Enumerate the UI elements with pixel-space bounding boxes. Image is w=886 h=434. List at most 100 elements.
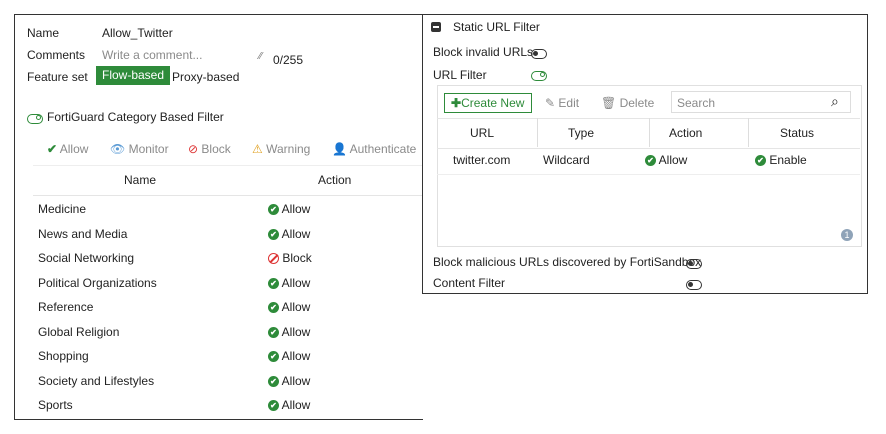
content-filter-label: Content Filter	[433, 276, 506, 290]
filter-authenticate[interactable]: 👤 Authenticate	[332, 142, 416, 156]
filter-block-label: Block	[201, 142, 231, 156]
category-action[interactable]: ✔ Allow	[268, 300, 310, 314]
collapse-icon[interactable]	[431, 22, 441, 32]
check-icon: ✔	[268, 204, 279, 216]
category-row[interactable]	[33, 198, 424, 220]
category-name: Reference	[38, 300, 94, 314]
proxy-based-option[interactable]: Proxy-based	[172, 70, 239, 84]
filter-monitor-label: Monitor	[128, 142, 169, 156]
category-name: Global Religion	[38, 324, 120, 339]
category-action[interactable]: ✔ Allow	[268, 349, 310, 363]
check-icon: ✔	[268, 351, 279, 363]
col-name-header: Name	[124, 173, 157, 187]
category-row[interactable]	[33, 394, 424, 416]
check-icon: ✔	[645, 155, 656, 167]
resize-icon: ⁄⁄	[259, 51, 263, 62]
url-filter-panel: Static URL Filter Block invalid URLs URL…	[422, 14, 868, 294]
url-filter-label: URL Filter	[433, 68, 487, 82]
filter-monitor[interactable]: 👁 Monitor	[110, 142, 169, 156]
filter-allow-label: Allow	[59, 142, 89, 156]
plus-icon: ✚	[451, 96, 462, 110]
trash-icon: 🗑	[601, 96, 617, 110]
category-action[interactable]: ✔ Allow	[268, 325, 310, 339]
category-action-label: Allow	[281, 275, 311, 290]
category-name: Medicine	[38, 202, 87, 216]
filter-block[interactable]: ⊘ Block	[188, 142, 231, 156]
category-action[interactable]: ✔ Allow	[268, 202, 310, 216]
category-name: Society and Lifestyles	[38, 373, 155, 388]
category-name: Sports	[38, 398, 73, 412]
fortiguard-toggle[interactable]	[27, 111, 43, 125]
action-cell: ✔ Allow	[645, 153, 687, 167]
col-action-header-url: Action	[669, 126, 703, 140]
col-action-header: Action	[318, 173, 352, 187]
category-action-label: Allow	[281, 202, 311, 216]
category-action-label: Allow	[281, 349, 311, 363]
web-filter-profile-panel: Name Allow_Twitter Comments Write a comm…	[14, 14, 424, 420]
create-new-button[interactable]: ✚Create New	[444, 93, 532, 113]
pencil-icon: ✎	[545, 96, 556, 110]
filter-allow[interactable]: ✔ Allow	[47, 142, 88, 156]
block-malicious-toggle[interactable]	[686, 256, 702, 270]
url-cell: twitter.com	[453, 153, 511, 167]
category-action-label: Allow	[281, 373, 311, 388]
category-name: News and Media	[38, 226, 128, 241]
category-name: Social Networking	[38, 251, 135, 265]
check-icon: ✔	[268, 302, 279, 314]
row-count-badge: 1	[841, 229, 853, 241]
url-filter-toggle[interactable]	[531, 68, 547, 82]
category-action-label: Allow	[281, 300, 311, 314]
filter-warning[interactable]: ⚠ Warning	[252, 142, 310, 156]
check-icon: ✔	[755, 155, 766, 167]
category-action[interactable]: ✔ Allow	[268, 374, 310, 388]
check-icon: ✔	[268, 375, 279, 387]
block-invalid-urls-label: Block invalid URLs	[433, 45, 534, 59]
block-malicious-label: Block malicious URLs discovered by Forti…	[433, 255, 702, 269]
category-table-header	[33, 165, 424, 196]
content-filter-toggle[interactable]	[686, 277, 702, 291]
type-cell: Wildcard	[543, 153, 590, 167]
check-icon: ✔	[268, 326, 279, 338]
col-url-header: URL	[470, 126, 495, 140]
check-icon: ✔	[47, 142, 58, 156]
category-row[interactable]	[33, 345, 424, 367]
check-icon: ✔	[268, 400, 279, 412]
category-action[interactable]: ✔ Allow	[268, 276, 310, 290]
delete-button[interactable]: 🗑 Delete	[601, 96, 654, 110]
category-action[interactable]: Block	[268, 251, 312, 265]
search-icon[interactable]: ⌕	[831, 93, 839, 110]
category-action-label: Allow	[281, 324, 311, 339]
category-name: Political Organizations	[38, 275, 157, 290]
category-action[interactable]: ✔ Allow	[268, 227, 310, 241]
category-action-label: Allow	[281, 398, 311, 412]
check-icon: ✔	[268, 277, 279, 289]
filter-warning-label: Warning	[266, 142, 311, 156]
user-icon: 👤	[332, 142, 347, 156]
static-url-filter-label: Static URL Filter	[453, 20, 540, 34]
category-action-label: Allow	[281, 226, 311, 241]
block-invalid-urls-toggle[interactable]	[531, 46, 547, 60]
block-icon	[268, 253, 279, 265]
feature-set-label: Feature set	[27, 70, 88, 84]
col-status-header: Status	[780, 126, 815, 140]
col-type-header: Type	[568, 126, 595, 140]
comments-input[interactable]: Write a comment...	[102, 48, 202, 62]
search-input[interactable]: Search	[677, 96, 715, 110]
action-cell-label: Allow	[658, 153, 688, 167]
create-new-label: Create New	[461, 96, 525, 110]
filter-authenticate-label: Authenticate	[349, 142, 417, 156]
check-icon: ✔	[268, 228, 279, 240]
fortiguard-label: FortiGuard Category Based Filter	[47, 110, 224, 124]
edit-button[interactable]: ✎ Edit	[545, 96, 579, 110]
name-input[interactable]: Allow_Twitter	[102, 26, 173, 40]
edit-label: Edit	[558, 96, 580, 110]
status-cell: ✔ Enable	[755, 153, 807, 167]
name-label: Name	[27, 26, 60, 40]
flow-based-option[interactable]: Flow-based	[96, 66, 171, 85]
eye-icon: 👁	[110, 142, 126, 156]
category-action-label: Block	[282, 251, 312, 265]
comments-counter: 0/255	[273, 53, 304, 67]
category-action[interactable]: ✔ Allow	[268, 398, 310, 412]
category-name: Shopping	[38, 349, 89, 363]
block-icon: ⊘	[188, 142, 199, 156]
